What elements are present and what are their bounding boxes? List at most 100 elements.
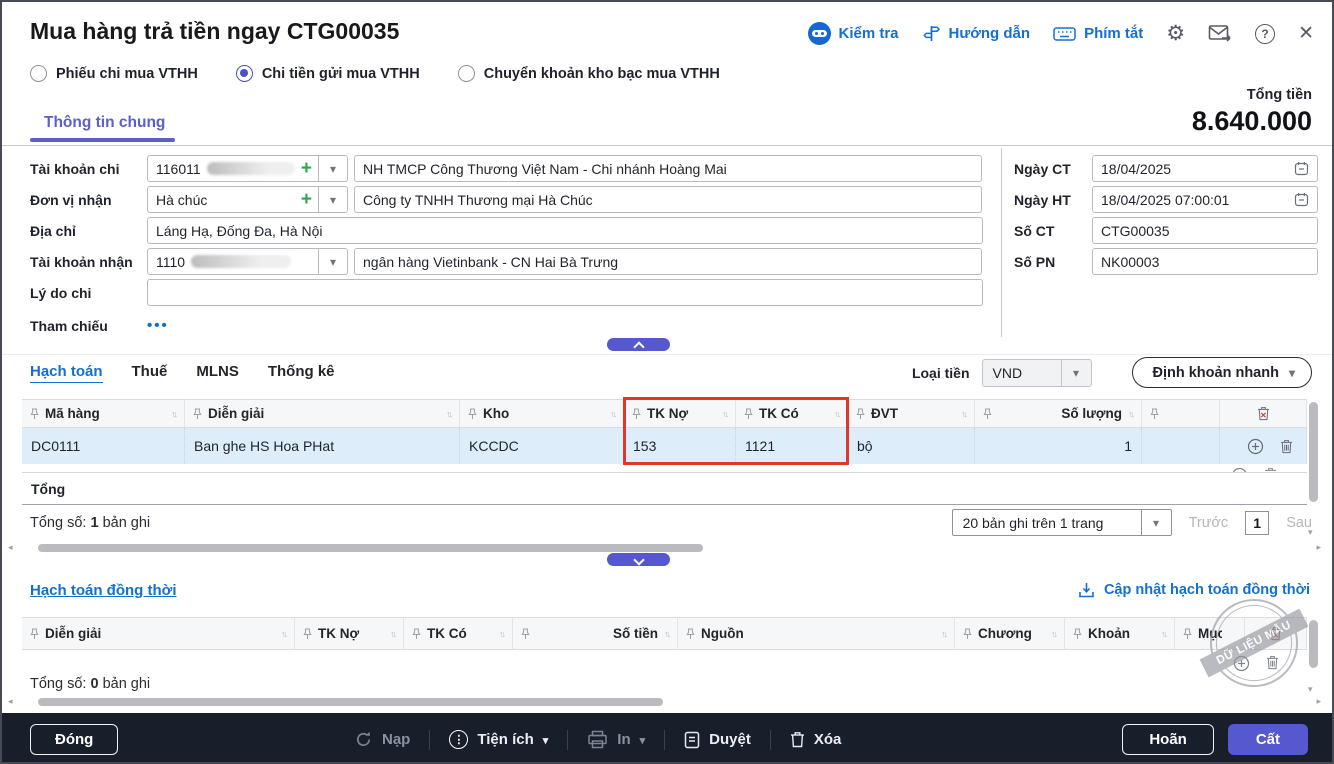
col-pin[interactable] (1142, 399, 1220, 428)
dropdown-arrow-icon[interactable] (319, 186, 348, 213)
tai-khoan-chi-combo[interactable]: 116011 + (147, 155, 348, 182)
radio-chi-tien-gui[interactable]: Chi tiền gửi mua VTHH (236, 65, 420, 82)
delete-button[interactable]: Xóa (790, 731, 842, 748)
vertical-scrollbar[interactable] (1309, 620, 1318, 668)
tab-thue[interactable]: Thuế (132, 363, 168, 383)
chevron-up-icon (633, 341, 644, 352)
chevron-down-icon (1289, 365, 1295, 381)
update-simul-link[interactable]: Cập nhật hạch toán đồng thời (1078, 581, 1310, 599)
masked-value (191, 255, 291, 268)
add-row-icon[interactable] (1247, 438, 1264, 455)
calendar-icon[interactable] (1294, 161, 1309, 176)
tai-khoan-nhan-combo[interactable]: 1110 (147, 248, 348, 275)
printer-icon (587, 730, 608, 749)
simul-section-title[interactable]: Hạch toán đồng thời (30, 582, 176, 599)
check-button[interactable]: Kiểm tra (808, 22, 899, 45)
add-icon[interactable]: + (301, 190, 312, 209)
currency-select[interactable]: VND (982, 359, 1092, 387)
save-button[interactable]: Cất (1228, 724, 1308, 755)
tab-mlns[interactable]: MLNS (196, 363, 239, 383)
approve-button[interactable]: Duyệt (684, 731, 751, 749)
close-icon[interactable]: ✕ (1298, 22, 1314, 45)
prev-page-button[interactable]: Trước (1189, 515, 1229, 531)
empty-row-strip (22, 650, 1307, 673)
close-button[interactable]: Đóng (30, 724, 118, 755)
col-delete[interactable]: ✕ (1220, 399, 1307, 428)
tab-thong-ke[interactable]: Thống kê (268, 363, 335, 383)
col-dvt[interactable]: ĐVT↑↓ (848, 399, 975, 428)
sort-icon: ↑↓ (610, 409, 615, 419)
settings-gear-icon[interactable]: ⚙ (1166, 23, 1185, 44)
horizontal-scrollbar[interactable]: ◂ ▸ (22, 544, 1307, 552)
shortcut-button[interactable]: Phím tắt (1053, 25, 1143, 42)
ngay-ct-field[interactable]: 18/04/2025 (1092, 155, 1318, 182)
col-tk-no[interactable]: TK Nợ↑↓ (624, 399, 736, 428)
collapse-down-button[interactable] (607, 553, 670, 566)
page-size-select[interactable]: 20 bản ghi trên 1 trang (952, 509, 1172, 536)
add-icon[interactable]: + (301, 159, 312, 178)
row-tham-chieu: Tham chiếu ••• (30, 312, 169, 339)
col-delete[interactable]: ✕ (1245, 617, 1307, 650)
bank-name-field[interactable]: NH TMCP Công Thương Việt Nam - Chi nhánh… (354, 155, 982, 182)
quick-entry-button[interactable]: Định khoản nhanh (1132, 357, 1313, 388)
postpone-button[interactable]: Hoãn (1122, 724, 1214, 755)
so-pn-field[interactable]: NK00003 (1092, 248, 1318, 275)
col-dien-giai[interactable]: Diễn giải↑↓ (185, 399, 460, 428)
address-field[interactable]: Láng Hạ, Đống Đa, Hà Nội (147, 217, 983, 244)
pin-icon (521, 628, 530, 640)
dropdown-arrow-icon[interactable] (319, 248, 348, 275)
col-so-tien[interactable]: Số tiền↑↓ (513, 617, 678, 650)
help-icon[interactable]: ? (1255, 24, 1275, 44)
reference-more-button[interactable]: ••• (147, 317, 169, 334)
horizontal-scrollbar[interactable]: ◂ ▸ (22, 698, 1307, 706)
print-button[interactable]: In (587, 730, 645, 749)
col-ma-hang[interactable]: Mã hàng↑↓ (22, 399, 185, 428)
sort-icon: ↑↓ (390, 629, 395, 639)
col-tk-co[interactable]: TK Có↑↓ (736, 399, 848, 428)
page-title: Mua hàng trả tiền ngay CTG00035 (30, 18, 399, 45)
col-dien-giai[interactable]: Diễn giải↑↓ (22, 617, 295, 650)
row-tai-khoan-chi: Tài khoản chi 116011 + NH TMCP Công Thươ… (30, 155, 982, 182)
col-muc[interactable]: Mục (1175, 617, 1245, 650)
ngay-ht-field[interactable]: 18/04/2025 07:00:01 (1092, 186, 1318, 213)
receiver-bank-field[interactable]: ngân hàng Vietinbank - CN Hai Bà Trưng (354, 248, 982, 275)
sort-icon: ↑↓ (499, 629, 504, 639)
radio-phieu-chi[interactable]: Phiếu chi mua VTHH (30, 65, 198, 82)
dropdown-arrow-icon[interactable] (319, 155, 348, 182)
radio-icon (458, 65, 475, 82)
col-nguon[interactable]: Nguồn↑↓ (678, 617, 955, 650)
so-ct-field[interactable]: CTG00035 (1092, 217, 1318, 244)
tab-hach-toan[interactable]: Hạch toán (30, 363, 103, 383)
delete-row-icon[interactable] (1280, 439, 1293, 454)
table-row[interactable]: DC0111 Ban ghe HS Hoa PHat KCCDC 153 112… (22, 428, 1307, 464)
row-don-vi-nhan: Đơn vị nhận Hà chúc + Công ty TNHH Thươn… (30, 186, 982, 213)
reason-field[interactable] (147, 279, 983, 306)
receiver-name-field[interactable]: Công ty TNHH Thương mại Hà Chúc (354, 186, 982, 213)
col-chuong[interactable]: Chương↑↓ (955, 617, 1065, 650)
scroll-down-icon[interactable]: ▾ (1308, 684, 1313, 695)
col-khoan[interactable]: Khoản↑↓ (1065, 617, 1175, 650)
col-tk-co[interactable]: TK Có↑↓ (404, 617, 513, 650)
current-page[interactable]: 1 (1245, 511, 1269, 535)
col-tk-no[interactable]: TK Nợ↑↓ (295, 617, 404, 650)
record-count: Tổng số: 1 bản ghi (30, 515, 150, 531)
total-row: Tổng (22, 472, 1307, 505)
tab-thong-tin-chung[interactable]: Thông tin chung (44, 114, 165, 132)
radio-chuyen-khoan[interactable]: Chuyển khoản kho bạc mua VTHH (458, 65, 720, 82)
next-page-button[interactable]: Sau (1286, 515, 1312, 531)
col-so-luong[interactable]: Số lượng↑↓ (975, 399, 1142, 428)
col-kho[interactable]: Kho↑↓ (460, 399, 624, 428)
utilities-button[interactable]: ⋮ Tiện ích (449, 730, 548, 749)
row-ly-do-chi: Lý do chi (30, 279, 983, 306)
dots-circle-icon: ⋮ (449, 730, 468, 749)
scroll-right-icon: ▸ (1316, 542, 1321, 553)
divider (2, 145, 1332, 146)
reload-button[interactable]: Nạp (354, 730, 410, 749)
send-mail-icon[interactable] (1208, 24, 1232, 43)
collapse-up-button[interactable] (607, 338, 670, 351)
don-vi-nhan-combo[interactable]: Hà chúc + (147, 186, 348, 213)
calendar-icon[interactable] (1294, 192, 1309, 207)
vertical-scrollbar[interactable] (1309, 402, 1318, 502)
simul-table: Diễn giải↑↓ TK Nợ↑↓ TK Có↑↓ Số tiền↑↓ Ng… (22, 617, 1307, 673)
guide-button[interactable]: Hướng dẫn (922, 24, 1031, 43)
